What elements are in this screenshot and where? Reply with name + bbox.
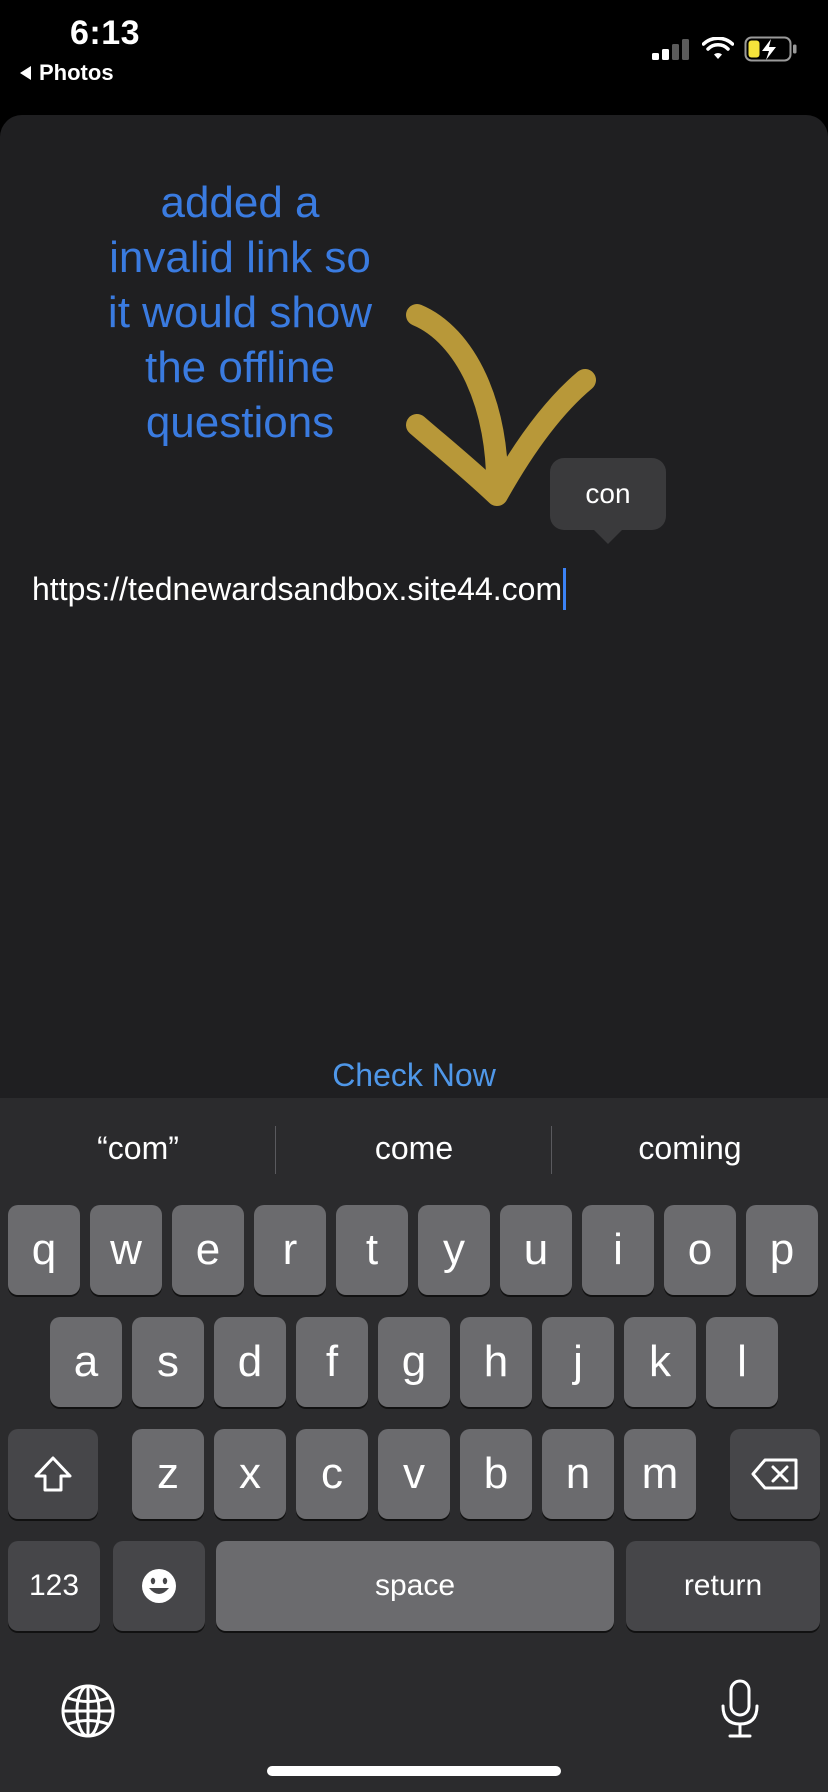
key-z[interactable]: z bbox=[132, 1429, 204, 1519]
key-o[interactable]: o bbox=[664, 1205, 736, 1295]
shift-icon bbox=[34, 1456, 72, 1492]
key-m[interactable]: m bbox=[624, 1429, 696, 1519]
return-key[interactable]: return bbox=[626, 1541, 820, 1631]
key-g[interactable]: g bbox=[378, 1317, 450, 1407]
emoji-key[interactable] bbox=[113, 1541, 205, 1631]
annotation-line: questions bbox=[145, 398, 335, 447]
cellular-signal-icon bbox=[652, 39, 689, 60]
status-icons bbox=[652, 36, 798, 62]
annotation-line: added a bbox=[160, 178, 320, 227]
back-label: Photos bbox=[39, 60, 114, 85]
url-input-value: https://tednewardsandbox.site44.com bbox=[32, 571, 563, 607]
home-indicator[interactable] bbox=[267, 1766, 561, 1776]
key-v[interactable]: v bbox=[378, 1429, 450, 1519]
key-r[interactable]: r bbox=[254, 1205, 326, 1295]
space-key[interactable]: space bbox=[216, 1541, 614, 1631]
suggestion-item[interactable]: “com” bbox=[0, 1098, 276, 1198]
key-x[interactable]: x bbox=[214, 1429, 286, 1519]
key-f[interactable]: f bbox=[296, 1317, 368, 1407]
back-to-photos-button[interactable]: Photos bbox=[20, 60, 114, 86]
key-j[interactable]: j bbox=[542, 1317, 614, 1407]
key-h[interactable]: h bbox=[460, 1317, 532, 1407]
suggestion-bar: “com” come coming bbox=[0, 1098, 828, 1198]
key-n[interactable]: n bbox=[542, 1429, 614, 1519]
key-a[interactable]: a bbox=[50, 1317, 122, 1407]
annotation-line: invalid link so bbox=[109, 233, 371, 282]
key-i[interactable]: i bbox=[582, 1205, 654, 1295]
status-time: 6:13 bbox=[70, 14, 141, 52]
autocorrect-text: con bbox=[585, 478, 631, 509]
key-k[interactable]: k bbox=[624, 1317, 696, 1407]
suggestion-item[interactable]: come bbox=[276, 1098, 552, 1198]
key-y[interactable]: y bbox=[418, 1205, 490, 1295]
annotation-text: added a invalid link so it would show th… bbox=[60, 175, 420, 450]
key-l[interactable]: l bbox=[706, 1317, 778, 1407]
key-b[interactable]: b bbox=[460, 1429, 532, 1519]
globe-icon[interactable] bbox=[60, 1683, 116, 1739]
wifi-icon bbox=[702, 37, 734, 59]
delete-key[interactable] bbox=[730, 1429, 820, 1519]
key-w[interactable]: w bbox=[90, 1205, 162, 1295]
screen: 6:13 Photos added a invalid link so it w… bbox=[0, 0, 828, 1792]
suggestion-item[interactable]: coming bbox=[552, 1098, 828, 1198]
key-c[interactable]: c bbox=[296, 1429, 368, 1519]
annotation-line: the offline bbox=[144, 343, 335, 392]
check-now-button[interactable]: Check Now bbox=[0, 1055, 828, 1095]
key-q[interactable]: q bbox=[8, 1205, 80, 1295]
key-t[interactable]: t bbox=[336, 1205, 408, 1295]
key-u[interactable]: u bbox=[500, 1205, 572, 1295]
status-bar: 6:13 Photos bbox=[0, 0, 828, 110]
autocorrect-bubble[interactable]: con bbox=[550, 458, 666, 544]
microphone-icon[interactable] bbox=[718, 1678, 762, 1740]
key-s[interactable]: s bbox=[132, 1317, 204, 1407]
keyboard: “com” come coming q w e r t y u i o p a … bbox=[0, 1098, 828, 1792]
emoji-icon bbox=[142, 1569, 176, 1603]
battery-charging-icon bbox=[744, 36, 797, 62]
shift-key[interactable] bbox=[8, 1429, 98, 1519]
back-arrow-icon bbox=[20, 66, 31, 80]
key-p[interactable]: p bbox=[746, 1205, 818, 1295]
delete-icon bbox=[751, 1458, 798, 1490]
url-input[interactable]: https://tednewardsandbox.site44.com bbox=[32, 567, 567, 611]
annotation-line: it would show bbox=[107, 288, 373, 337]
key-d[interactable]: d bbox=[214, 1317, 286, 1407]
numbers-key[interactable]: 123 bbox=[8, 1541, 100, 1631]
key-e[interactable]: e bbox=[172, 1205, 244, 1295]
text-caret bbox=[563, 568, 567, 610]
